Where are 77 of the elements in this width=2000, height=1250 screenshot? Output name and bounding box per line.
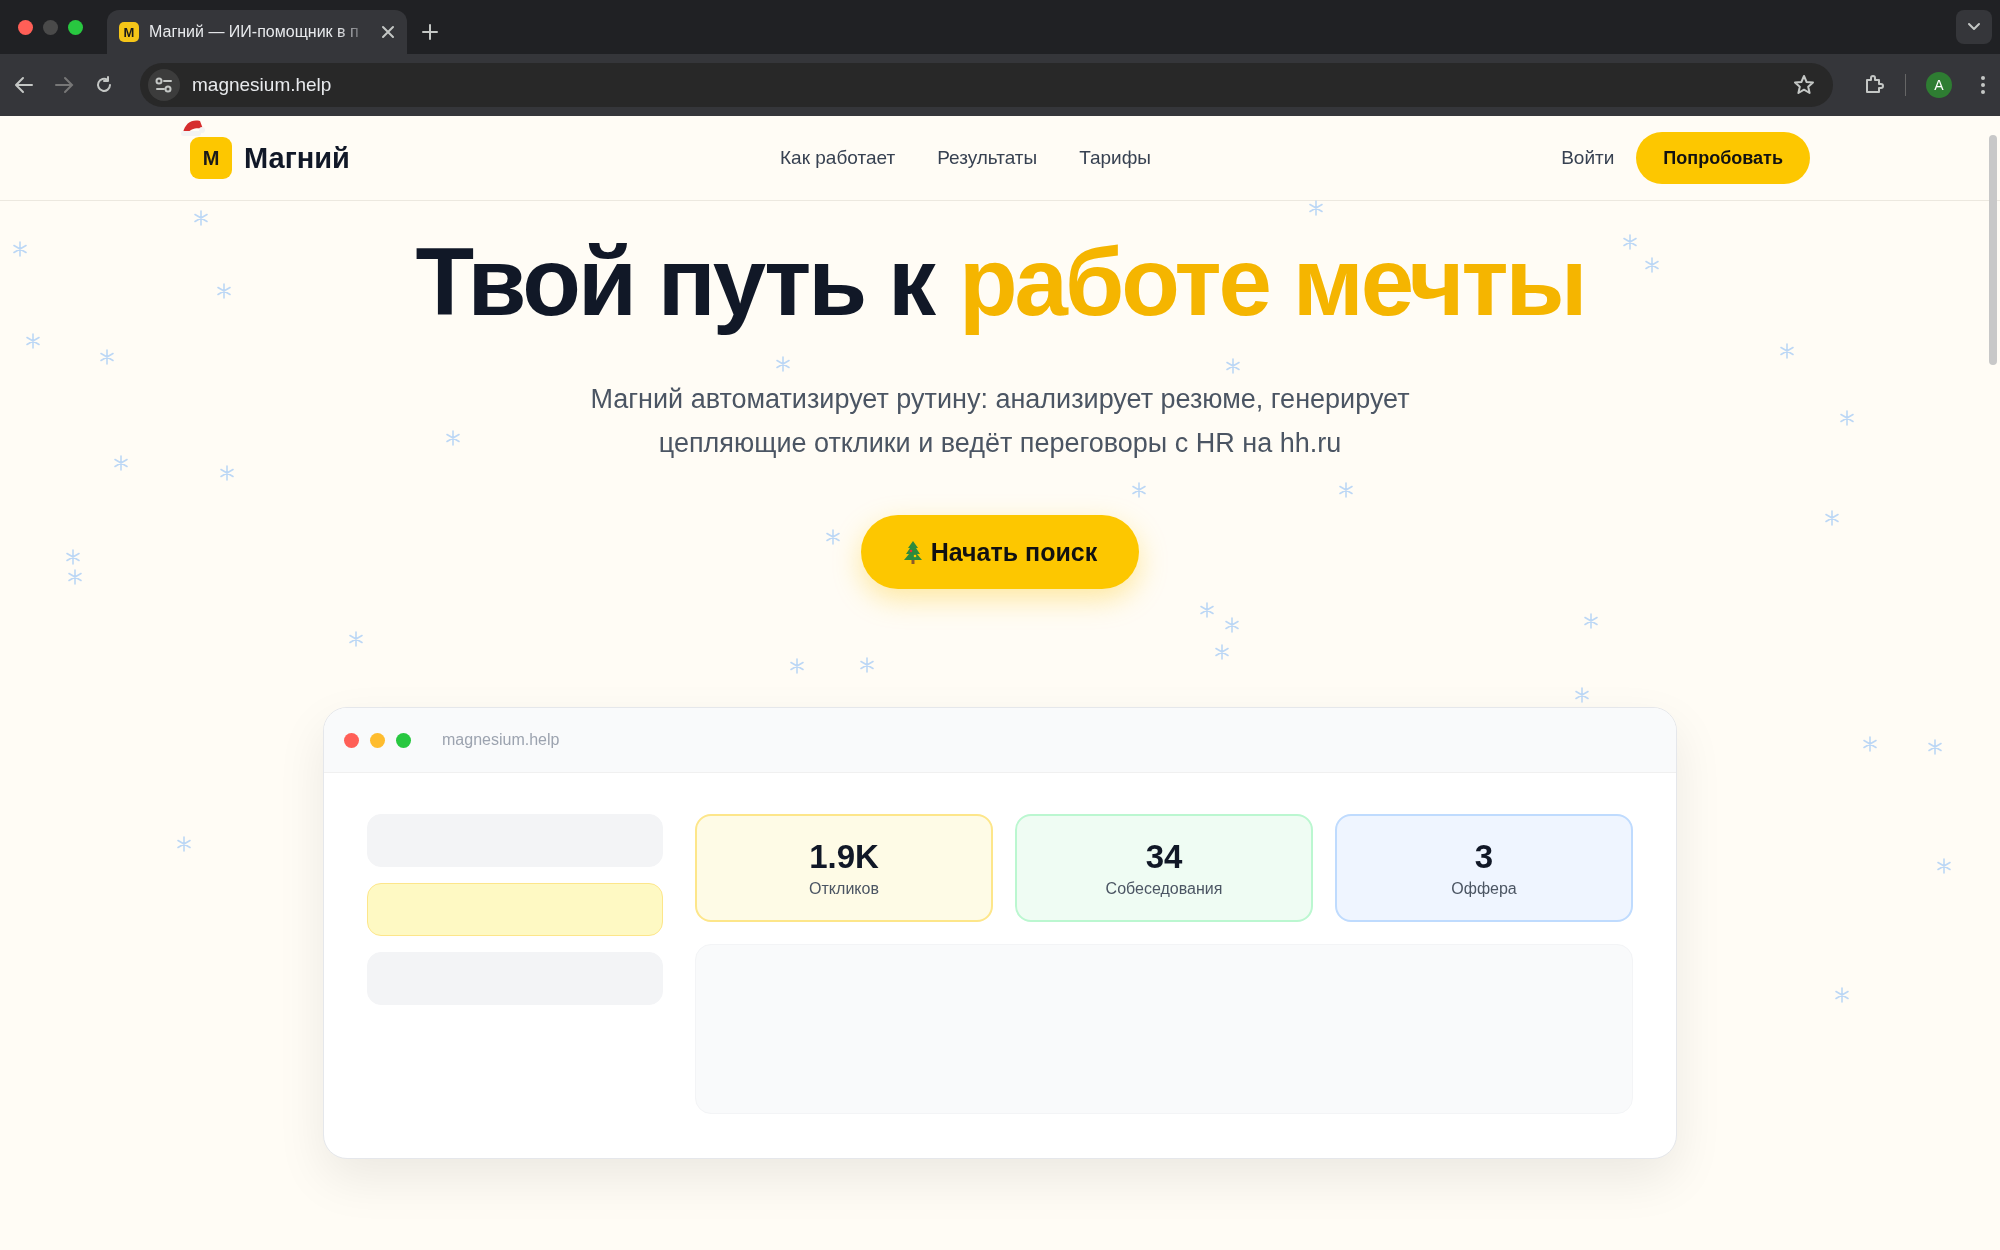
close-tab-icon[interactable] [381, 25, 395, 39]
snowflake-icon [1862, 736, 1878, 752]
profile-avatar[interactable]: A [1926, 72, 1952, 98]
tune-icon [155, 77, 173, 93]
try-button[interactable]: Попробовать [1636, 132, 1810, 184]
more-icon[interactable] [1980, 75, 1986, 95]
logo-mark[interactable]: М [190, 137, 232, 179]
snowflake-icon [1839, 410, 1855, 426]
snowflake-icon [1824, 510, 1840, 526]
snowflake-icon [775, 356, 791, 372]
snowflake-icon [1927, 739, 1943, 755]
close-window-button[interactable] [18, 19, 33, 35]
snowflake-icon [219, 465, 235, 481]
puzzle-icon[interactable] [1863, 74, 1885, 96]
address-bar[interactable]: magnesium.help [140, 63, 1833, 107]
scrollbar-thumb[interactable] [1989, 135, 1997, 365]
snowflake-icon [1338, 482, 1354, 498]
snowflake-icon [789, 658, 805, 674]
site-settings-button[interactable] [148, 69, 180, 101]
start-search-button[interactable]: Начать поиск [860, 515, 1140, 589]
stat-value: 34 [1145, 838, 1183, 876]
tree-icon [902, 540, 923, 564]
bookmark-star-icon[interactable] [1793, 74, 1815, 96]
favicon: М [119, 22, 139, 42]
snowflake-icon [1214, 644, 1230, 660]
snowflake-icon [1779, 343, 1795, 359]
url-text: magnesium.help [192, 74, 333, 96]
snowflake-icon [176, 836, 192, 852]
reload-icon[interactable] [94, 75, 114, 95]
maximize-dot [396, 732, 411, 748]
snowflake-icon [113, 455, 129, 471]
new-tab-icon[interactable] [421, 23, 439, 41]
browser-tab[interactable]: М Магний — ИИ-помощник в п [107, 10, 407, 54]
snowflake-icon [193, 210, 209, 226]
tab-title: Магний — ИИ-помощник в п [149, 23, 360, 41]
back-icon[interactable] [14, 76, 34, 94]
nav-link[interactable]: Результаты [937, 147, 1038, 169]
preview-url: magnesium.help [442, 731, 560, 749]
snowflake-icon [67, 569, 83, 585]
stat-value: 1.9K [809, 838, 879, 876]
snowflake-icon [1199, 602, 1215, 618]
snowflake-icon [1834, 987, 1850, 1003]
hero-subtitle: Магний автоматизирует рутину: анализирует резюме, генерирует цепляющие отклики и ведёт переговоры с HR на hh.ru [589, 383, 1411, 460]
minimize-dot [370, 732, 385, 748]
login-link[interactable]: Войти [1561, 147, 1615, 169]
snowflake-icon [1574, 687, 1590, 703]
snowflake-icon [1644, 257, 1660, 273]
stat-label: Оффера [1451, 880, 1517, 898]
snowflake-icon [1131, 482, 1147, 498]
tab-search-button[interactable] [1956, 10, 1992, 44]
snowflake-icon [1583, 613, 1599, 629]
maximize-window-button[interactable] [68, 19, 83, 35]
stat-value: 3 [1474, 838, 1494, 876]
stat-label: Откликов [809, 880, 879, 898]
stat-label: Собеседования [1105, 880, 1223, 898]
nav-link[interactable]: Тарифы [1079, 147, 1151, 169]
snowflake-icon [65, 549, 81, 565]
snowflake-icon [825, 529, 841, 545]
snowflake-icon [348, 631, 364, 647]
snowflake-icon [25, 333, 41, 349]
headline-highlight: работе мечты [958, 227, 1585, 337]
snowflake-icon [99, 349, 115, 365]
snowflake-icon [1308, 200, 1324, 216]
forward-icon[interactable] [54, 76, 74, 94]
snowflake-icon [216, 283, 232, 299]
nav-link[interactable]: Как работает [780, 147, 896, 169]
headline: Твой путь к [415, 227, 933, 337]
snowflake-icon [1936, 858, 1952, 874]
snowflake-icon [1225, 358, 1241, 374]
snowflake-icon [12, 241, 28, 257]
snowflake-icon [1622, 234, 1638, 250]
close-dot [344, 732, 359, 748]
snowflake-icon [859, 657, 875, 673]
snowflake-icon [445, 430, 461, 446]
chevron-down-icon [1967, 22, 1981, 32]
brand-name[interactable]: Магний [244, 141, 350, 175]
snowflake-icon [1224, 617, 1240, 633]
